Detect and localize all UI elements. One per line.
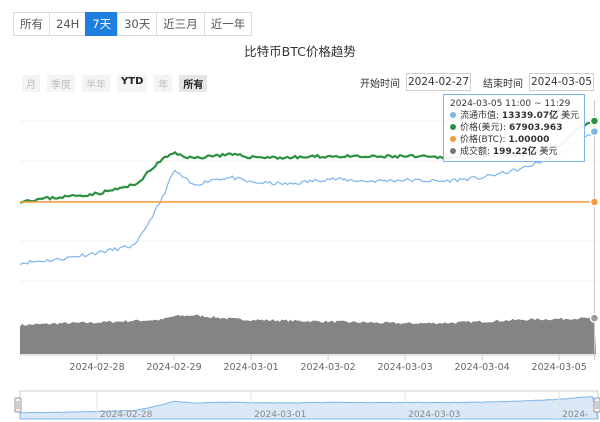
series-dot-icon: [450, 148, 456, 154]
tooltip-rows: 流通市值: 13339.07亿 美元 价格(美元): 67903.963 价格(BT…: [450, 110, 580, 158]
series-marker: [589, 197, 600, 207]
tooltip-value: 1.00000: [508, 135, 550, 145]
x-tick-label: 2024-03-01: [223, 362, 278, 373]
x-axis: 2024-02-28 2024-02-29 2024-03-01 2024-03-02…: [20, 354, 596, 373]
series-marker: [589, 126, 600, 137]
tooltip-label: 流通市值:: [460, 111, 500, 121]
navigator-tick-label: 2024-02-28: [100, 410, 153, 420]
tooltip-value: 13339.07亿: [501, 111, 559, 121]
navigator-tick-label: 2024-03-01: [254, 410, 306, 420]
range-navigator[interactable]: 2024-02-28 2024-03-01 2024-03-03 2024-: [14, 390, 600, 420]
tooltip-label: 价格(BTC):: [460, 135, 506, 145]
navigator-handle-right[interactable]: [593, 397, 600, 413]
volume-area: [20, 314, 596, 354]
tooltip-label: 价格(美元):: [460, 123, 507, 133]
navigator-tick-label: 2024-03-03: [408, 410, 460, 420]
series-markers: [589, 100, 600, 360]
series-dot-icon: [450, 136, 456, 142]
tooltip-unit: 美元: [539, 147, 558, 157]
tooltip-row: 流通市值: 13339.07亿 美元: [450, 110, 580, 122]
navigator-tick-label: 2024-: [562, 410, 588, 420]
series-dot-icon: [450, 124, 456, 130]
tooltip-unit: 美元: [561, 111, 580, 121]
tooltip-row: 价格(美元): 67903.963: [450, 122, 578, 134]
x-tick-label: 2024-03-03: [377, 362, 432, 373]
x-tick-label: 2024-03-04: [455, 362, 510, 373]
tooltip-value: 199.22亿: [492, 147, 537, 157]
x-tick-label: 2024-02-29: [146, 362, 201, 373]
series-marker: [589, 313, 600, 323]
series-dot-icon: [450, 112, 456, 118]
data-tooltip: 2024-03-05 11:00 ~ 11:29 流通市值: 13339.07亿…: [443, 94, 585, 162]
x-tick-label: 2024-02-28: [69, 362, 124, 373]
navigator-handle-left[interactable]: [14, 397, 22, 413]
series-marker: [589, 116, 600, 126]
tooltip-header: 2024-03-05 11:00 ~ 11:29: [450, 99, 571, 109]
series-volume: [20, 314, 596, 354]
tooltip-value: 67903.963: [508, 123, 563, 133]
x-tick-label: 2024-03-02: [300, 362, 355, 373]
price-chart: 2024-02-28 2024-02-29 2024-03-01 2024-03-02…: [14, 100, 600, 420]
tooltip-row: 成交额: 199.22亿 美元: [450, 146, 578, 158]
x-tick-label: 2024-03-05: [532, 362, 587, 373]
tooltip-label: 成交额:: [460, 147, 491, 157]
tooltip-row: 价格(BTC): 1.00000: [450, 134, 578, 146]
